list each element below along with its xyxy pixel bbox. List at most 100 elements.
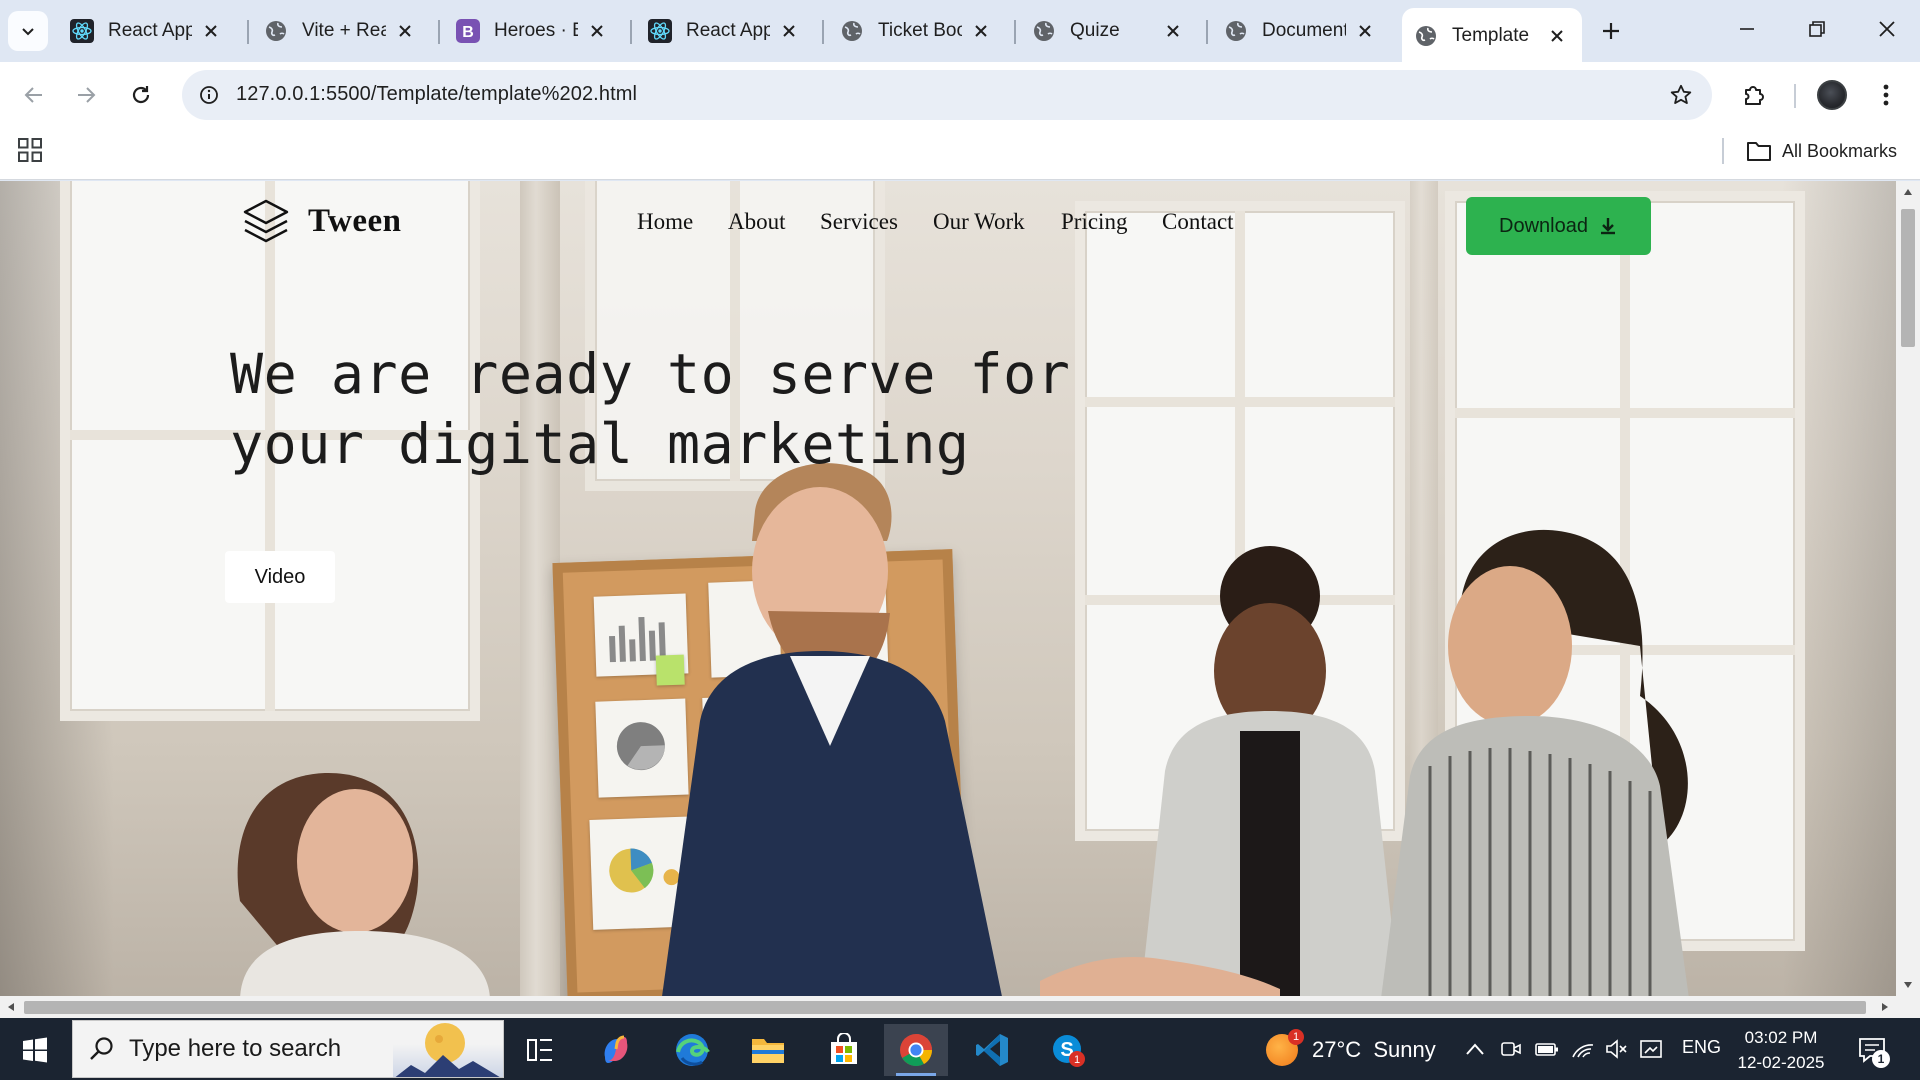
nav-contact[interactable]: Contact	[1162, 209, 1234, 235]
close-icon[interactable]	[778, 20, 800, 42]
taskbar-file-explorer[interactable]	[736, 1024, 800, 1076]
tab-template[interactable]: Template	[1402, 8, 1582, 62]
show-hidden-icons-button[interactable]	[1460, 1034, 1490, 1064]
tab-heroes-bootstrap[interactable]: B Heroes · Bootstrap	[444, 10, 622, 52]
man-suit-figure	[662, 463, 1002, 996]
scroll-down-icon[interactable]	[1901, 978, 1915, 992]
tab-strip: React App Vite + React B Heroes · Bootst…	[0, 0, 1920, 62]
tab-react-app-1[interactable]: React App	[58, 10, 236, 52]
close-icon	[1879, 21, 1895, 37]
display-icon	[1640, 1040, 1662, 1058]
horizontal-scrollbar[interactable]	[0, 996, 1896, 1018]
forward-button[interactable]	[64, 73, 108, 117]
close-icon[interactable]	[1354, 20, 1376, 42]
page-viewport: Tween Home About Services Our Work Prici…	[0, 181, 1896, 996]
close-window-button[interactable]	[1852, 6, 1920, 52]
language-indicator[interactable]: ENG	[1682, 1037, 1721, 1058]
close-icon[interactable]	[394, 20, 416, 42]
tab-separator	[822, 20, 824, 44]
extensions-button[interactable]	[1732, 73, 1776, 117]
scroll-left-icon[interactable]	[4, 1000, 18, 1014]
tab-title: Template	[1452, 25, 1530, 46]
chevron-down-icon	[22, 28, 34, 36]
vertical-scrollbar[interactable]	[1896, 181, 1920, 996]
all-bookmarks-label: All Bookmarks	[1782, 140, 1898, 161]
globe-icon	[1224, 19, 1248, 43]
nav-services[interactable]: Services	[820, 209, 898, 235]
store-icon	[831, 1033, 857, 1064]
restore-button[interactable]	[1782, 6, 1852, 52]
taskbar-copilot[interactable]	[584, 1024, 648, 1076]
download-button[interactable]: Download	[1466, 197, 1651, 255]
site-logo[interactable]: Tween	[242, 198, 402, 244]
scrollbar-corner	[1896, 996, 1920, 1018]
close-icon[interactable]	[1162, 20, 1184, 42]
tab-vite-react[interactable]: Vite + React	[252, 10, 430, 52]
notification-count-badge: 1	[1872, 1050, 1890, 1068]
notification-center-button[interactable]: 1	[1854, 1032, 1890, 1068]
site-info-icon[interactable]	[194, 80, 224, 110]
horizontal-scroll-thumb[interactable]	[24, 1001, 1866, 1014]
back-button[interactable]	[12, 73, 56, 117]
system-clock[interactable]: 03:02 PM 12-02-2025	[1734, 1025, 1828, 1075]
reload-button[interactable]	[119, 73, 163, 117]
taskbar-search-placeholder: Type here to search	[129, 1035, 342, 1062]
video-button[interactable]: Video	[225, 551, 335, 603]
tab-react-app-2[interactable]: React App	[636, 10, 814, 52]
close-icon[interactable]	[1546, 25, 1568, 47]
tray-volume[interactable]	[1602, 1034, 1632, 1064]
new-tab-button[interactable]	[1592, 12, 1630, 50]
nav-pricing[interactable]: Pricing	[1061, 209, 1127, 235]
folder-icon	[752, 1039, 784, 1063]
taskbar-skype[interactable]: S1	[1036, 1024, 1100, 1076]
url-text[interactable]: 127.0.0.1:5500/Template/template%202.htm…	[236, 83, 637, 106]
browser-menu-button[interactable]	[1864, 73, 1908, 117]
all-bookmarks-button[interactable]: All Bookmarks	[1746, 136, 1897, 166]
taskbar-chrome[interactable]	[884, 1024, 948, 1076]
taskbar-edge[interactable]	[660, 1024, 724, 1076]
close-icon[interactable]	[970, 20, 992, 42]
arrow-right-icon	[78, 87, 96, 103]
nav-our-work[interactable]: Our Work	[933, 209, 1025, 235]
scroll-right-icon[interactable]	[1878, 1000, 1892, 1014]
address-bar[interactable]: 127.0.0.1:5500/Template/template%202.htm…	[182, 70, 1712, 120]
nav-home[interactable]: Home	[637, 209, 693, 235]
weather-widget[interactable]: 1 27°C Sunny	[1266, 1029, 1436, 1068]
tab-separator	[1014, 20, 1016, 44]
weather-text: 27°C Sunny	[1312, 1037, 1436, 1062]
tab-ticket-booking[interactable]: Ticket Booking	[828, 10, 1006, 52]
tab-document[interactable]: Document	[1212, 10, 1390, 52]
tray-display[interactable]	[1636, 1034, 1666, 1064]
profile-button[interactable]	[1810, 73, 1854, 117]
battery-icon	[1535, 1043, 1558, 1056]
taskbar-vscode[interactable]	[960, 1024, 1024, 1076]
volume-muted-icon	[1606, 1039, 1627, 1059]
tray-meet-now[interactable]	[1496, 1034, 1526, 1064]
tray-battery[interactable]	[1532, 1034, 1562, 1064]
bootstrap-icon: B	[456, 19, 480, 43]
react-icon	[70, 19, 94, 43]
skype-badge: 1	[1074, 1054, 1080, 1066]
tab-title: Heroes · Bootstrap	[494, 20, 578, 41]
nav-about[interactable]: About	[728, 209, 786, 235]
minimize-button[interactable]	[1712, 6, 1782, 52]
apps-grid-icon[interactable]	[16, 136, 44, 164]
windows-taskbar: Type here to search S1 1 27°C Sunny ENG …	[0, 1018, 1920, 1080]
taskbar-microsoft-store[interactable]	[812, 1024, 876, 1076]
close-icon[interactable]	[200, 20, 222, 42]
tab-quize[interactable]: Quize	[1020, 10, 1198, 52]
start-button[interactable]	[12, 1030, 58, 1070]
bookmark-star-icon[interactable]	[1666, 80, 1696, 110]
svg-text:B: B	[462, 24, 474, 41]
search-highlight-art	[393, 1021, 503, 1077]
taskbar-search-box[interactable]: Type here to search	[72, 1020, 504, 1078]
edge-icon	[676, 1034, 710, 1066]
tab-title: Quize	[1070, 20, 1120, 41]
tray-wifi[interactable]	[1568, 1034, 1598, 1064]
tab-search-button[interactable]	[8, 11, 48, 51]
close-icon[interactable]	[586, 20, 608, 42]
scroll-up-icon[interactable]	[1901, 185, 1915, 199]
vertical-scroll-thumb[interactable]	[1901, 209, 1915, 347]
task-view-button[interactable]	[508, 1024, 572, 1076]
tab-title: Vite + React	[302, 20, 386, 41]
